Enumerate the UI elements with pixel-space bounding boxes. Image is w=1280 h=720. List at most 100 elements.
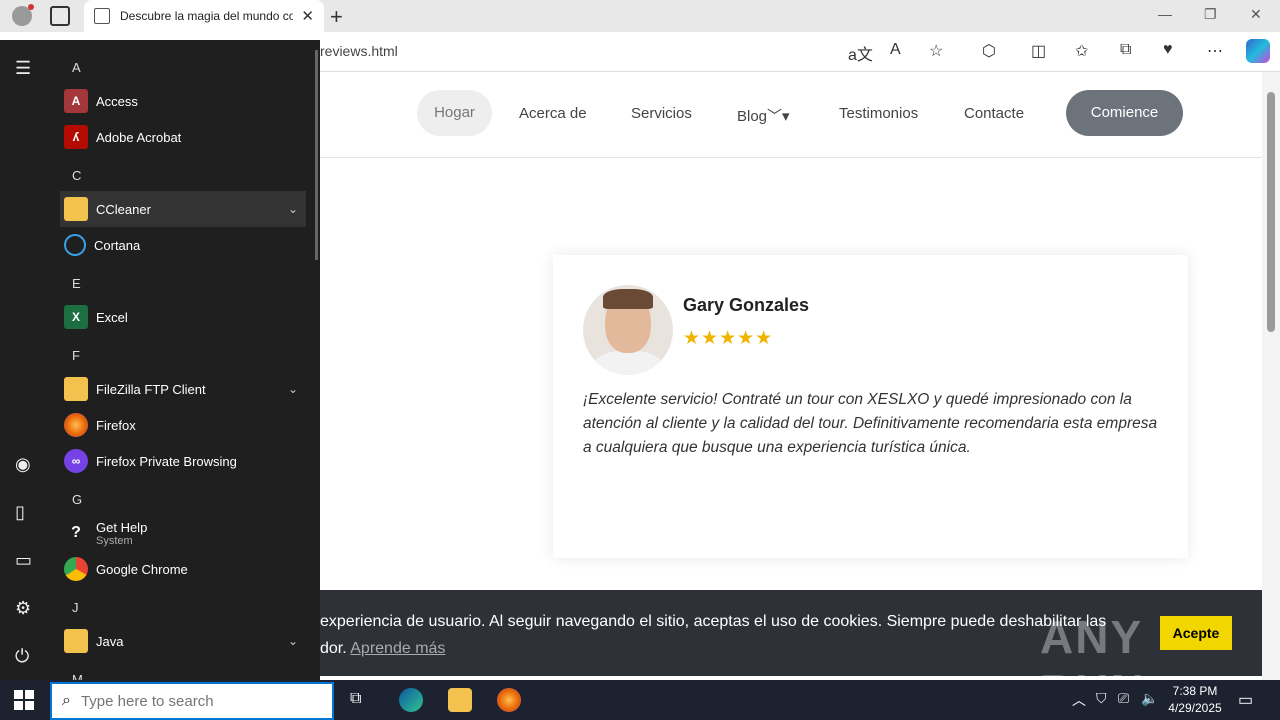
search-input[interactable] [80,692,311,710]
copilot-icon[interactable] [1246,39,1270,63]
url-text[interactable]: reviews.html [320,43,398,59]
app-filezilla[interactable]: FileZilla FTP Client ⌄ [60,371,306,407]
nav-services[interactable]: Servicios [631,105,692,122]
edge-icon[interactable] [399,688,423,712]
letter-header[interactable]: J [72,600,79,615]
app-firefox-private[interactable]: ∞ Firefox Private Browsing [60,443,306,479]
scroll-thumb[interactable] [1267,92,1275,332]
app-java[interactable]: Java ⌄ [60,623,306,659]
app-firefox[interactable]: Firefox [60,407,306,443]
app-ccleaner[interactable]: CCleaner ⌄ [60,191,306,227]
app-label: CCleaner [96,201,151,217]
performance-icon[interactable]: ♥ [1163,41,1173,59]
nav-testimonials[interactable]: Testimonios [839,105,918,122]
clock-date: 4/29/2025 [1168,701,1222,715]
translate-icon[interactable]: a文 [848,41,873,65]
app-label: Excel [96,309,128,325]
search-icon: ⌕ [62,692,71,709]
new-tab-icon[interactable]: + [330,4,343,30]
firefox-taskbar-icon[interactable] [497,688,521,712]
taskbar-clock[interactable]: 7:38 PM 4/29/2025 [1160,683,1230,717]
cortana-icon [64,234,86,256]
acrobat-icon: ʎ [64,125,88,149]
user-icon[interactable]: ◉ [15,454,31,475]
app-label: Access [96,93,138,109]
app-label: Cortana [94,237,141,253]
browser-tab[interactable]: Descubre la magia del mundo co ✕ [84,0,324,32]
pictures-icon[interactable]: ▭ [15,550,32,571]
read-aloud-icon[interactable]: A [890,41,901,59]
folder-icon [64,197,88,221]
tab-actions-icon[interactable] [50,6,70,26]
app-adobe-acrobat[interactable]: ʎ Adobe Acrobat [60,119,306,155]
page-scrollbar[interactable] [1262,72,1280,680]
chevron-down-icon: ⌄ [287,202,298,216]
letter-header[interactable]: A [72,60,81,75]
tab-title: Descubre la magia del mundo co [120,9,294,23]
get-started-button[interactable]: Comience [1066,90,1183,136]
task-view-icon[interactable]: ⧉ [350,690,361,708]
extensions-icon[interactable]: ⬡ [982,41,996,61]
app-sublabel: System [96,534,133,547]
close-tab-icon[interactable]: ✕ [301,7,314,25]
app-excel[interactable]: X Excel [60,299,306,335]
reviewer-name: Gary Gonzales [683,295,810,315]
clock-time: 7:38 PM [1172,684,1218,698]
settings-gear-icon[interactable]: ⚙ [15,598,31,619]
minimize-icon[interactable]: — [1158,6,1172,22]
collections-icon[interactable]: ⧉ [1120,41,1131,59]
site-nav: Hogar Acerca de Servicios Blog﹀▾ Testimo… [320,72,1262,158]
app-label: Google Chrome [96,561,188,577]
start-menu: ☰ ◉ ▯ ▭ ⚙ ⏻ A A Access ʎ Adobe Acrobat C C… [0,40,320,680]
nav-home[interactable]: Hogar [417,90,492,136]
app-google-chrome[interactable]: Google Chrome [60,551,306,587]
folder-icon [64,629,88,653]
app-cortana[interactable]: Cortana [60,227,306,263]
app-list: A A Access ʎ Adobe Acrobat C CCleaner ⌄ Cor… [60,40,310,680]
taskbar-search[interactable]: ⌕ [50,682,334,720]
close-window-icon[interactable]: ✕ [1250,6,1262,23]
profile-icon[interactable] [12,4,34,26]
app-label: Firefox Private Browsing [96,453,237,469]
documents-icon[interactable]: ▯ [15,502,25,523]
hamburger-icon[interactable]: ☰ [15,58,31,79]
restore-icon[interactable]: ❐ [1204,6,1217,23]
browser-titlebar: Descubre la magia del mundo co ✕ + — ❐ ✕ [0,0,1280,32]
start-rail: ☰ ◉ ▯ ▭ ⚙ ⏻ [0,40,50,680]
favorites-icon[interactable]: ✩ [1075,41,1088,61]
folder-icon [64,377,88,401]
cookie-text-line2: dor. [320,640,347,657]
file-explorer-icon[interactable] [448,688,472,712]
chevron-up-icon[interactable]: ︿ [1072,690,1086,710]
notifications-icon[interactable]: ▭ [1238,690,1253,710]
app-label: Adobe Acrobat [96,129,182,145]
split-screen-icon[interactable]: ◫ [1031,41,1046,61]
nav-about[interactable]: Acerca de [519,105,587,122]
windows-start-icon[interactable] [14,690,34,710]
app-label: FileZilla FTP Client [96,381,206,397]
accept-cookies-button[interactable]: Acepte [1160,616,1232,650]
nav-blog[interactable]: Blog﹀▾ [737,105,790,126]
learn-more-link[interactable]: Aprende más [350,640,445,657]
more-icon[interactable]: ⋯ [1207,41,1223,61]
network-icon[interactable]: ⎚ [1118,690,1129,707]
letter-header[interactable]: C [72,168,81,183]
review-card: Gary Gonzales ★★★★★ ¡Excelente servicio!… [553,255,1188,558]
nav-contact[interactable]: Contacte [964,105,1024,122]
app-get-help[interactable]: ? Get Help System [60,515,306,551]
app-access[interactable]: A Access [60,83,306,119]
security-icon[interactable]: ⛉ [1096,690,1107,707]
app-label: Firefox [96,417,136,433]
star-rating: ★★★★★ [683,328,774,349]
letter-header[interactable]: M [72,672,83,680]
start-menu-scrollbar[interactable] [315,50,318,260]
volume-icon[interactable]: 🔈 [1141,690,1158,707]
letter-header[interactable]: E [72,276,81,291]
power-icon[interactable]: ⏻ [15,646,29,667]
favorite-star-icon[interactable]: ☆ [929,41,943,61]
page-icon [94,8,110,24]
letter-header[interactable]: G [72,492,82,507]
excel-icon: X [64,305,88,329]
letter-header[interactable]: F [72,348,80,363]
cookie-text: experiencia de usuario. Al seguir navega… [320,608,1140,662]
